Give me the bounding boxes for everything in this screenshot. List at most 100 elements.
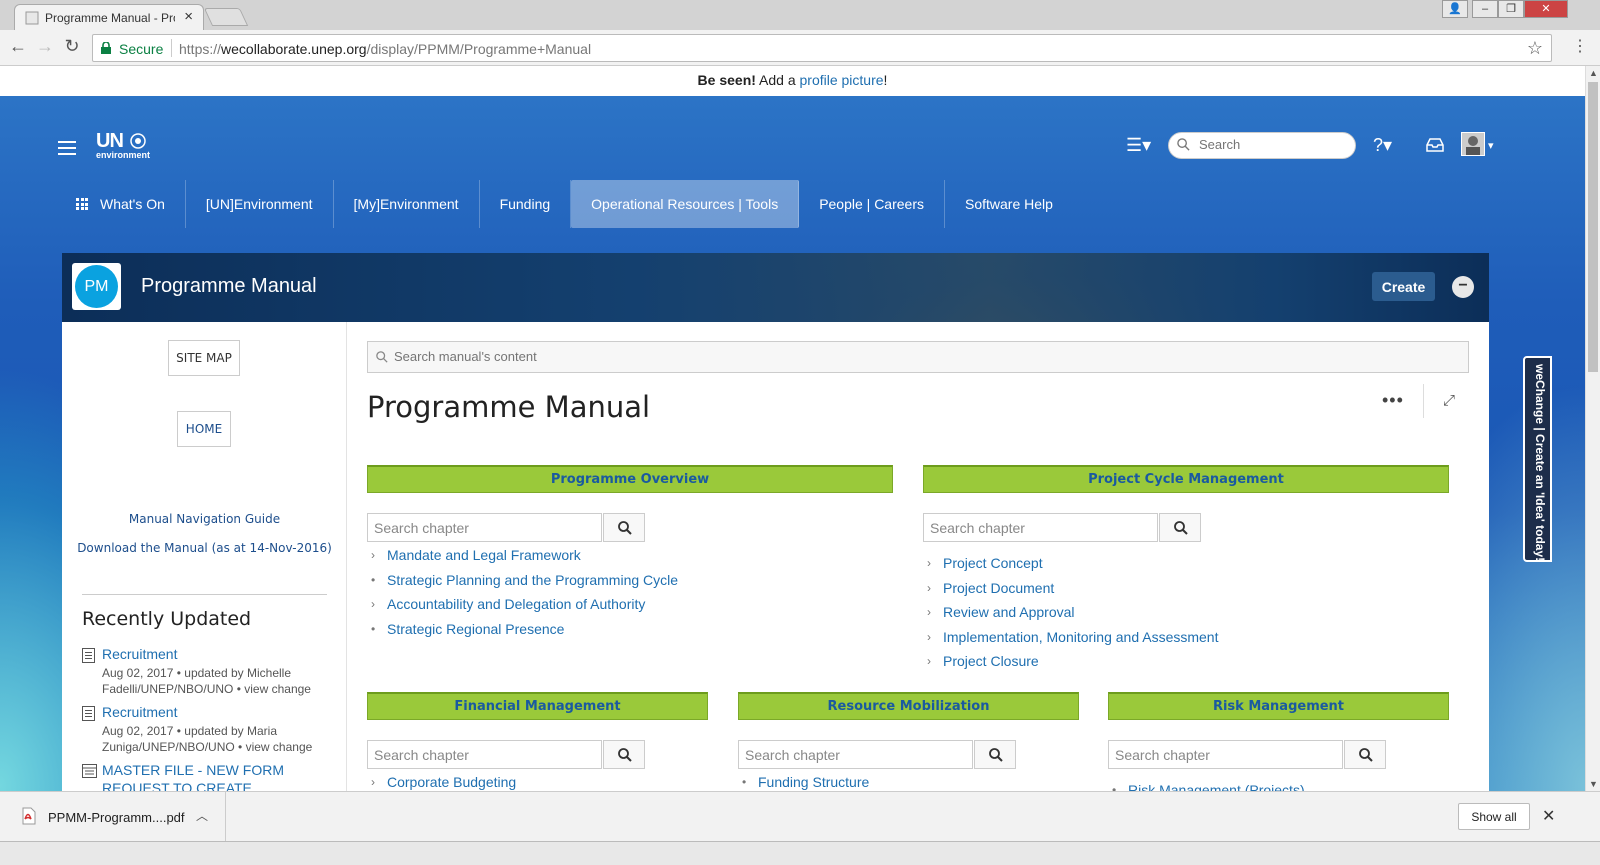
nav-item-my-environment[interactable]: [My]Environment [334, 180, 480, 228]
section-header[interactable]: Programme Overview [367, 465, 893, 493]
user-menu-caret-icon[interactable]: ▾ [1488, 139, 1494, 152]
help-icon[interactable]: ?▾ [1373, 135, 1392, 156]
expand-icon[interactable]: ⤢ [1443, 392, 1455, 409]
profile-icon[interactable]: 👤 [1442, 0, 1468, 18]
site-search[interactable] [1168, 132, 1356, 159]
chapter-link[interactable]: › Accountability and Delegation of Author… [371, 592, 678, 617]
nav-item-funding[interactable]: Funding [480, 180, 572, 228]
list-menu-icon[interactable]: ☰▾ [1126, 135, 1151, 156]
search-icon [1174, 521, 1188, 535]
chapter-link[interactable]: • Risk Management (Projects) [1112, 778, 1305, 791]
new-tab-button[interactable] [203, 8, 249, 26]
maximize-button[interactable]: ❐ [1498, 0, 1524, 18]
nav-item-operational-resources[interactable]: Operational Resources | Tools [571, 180, 800, 228]
chapter-link[interactable]: › Corporate Budgeting [371, 770, 516, 791]
profile-notice: Be seen! Add a profile picture! [0, 66, 1585, 96]
bullet: • [742, 775, 747, 789]
chapter-search-button[interactable] [1159, 513, 1201, 542]
chapter-label: Project Concept [943, 555, 1043, 571]
minimize-button[interactable]: – [1472, 0, 1498, 18]
download-item[interactable]: PPMM-Programm....pdf ︿ [0, 792, 226, 842]
chapter-link[interactable]: › Implementation, Monitoring and Assessme… [927, 625, 1218, 650]
user-avatar[interactable] [1461, 132, 1485, 156]
view-change-link[interactable]: view change [246, 740, 313, 754]
hamburger-menu-icon[interactable] [58, 141, 76, 155]
section-header[interactable]: Resource Mobilization [738, 692, 1079, 720]
section-header[interactable]: Financial Management [367, 692, 708, 720]
download-manual-link[interactable]: Download the Manual (as at 14-Nov-2016) [62, 541, 347, 555]
chapter-search-button[interactable] [1344, 740, 1386, 769]
chapter-search-button[interactable] [974, 740, 1016, 769]
manual-search[interactable] [367, 341, 1469, 373]
window-close-button[interactable]: ✕ [1524, 0, 1568, 18]
chapter-search-input[interactable] [1108, 740, 1343, 769]
view-change-link[interactable]: view change [244, 682, 311, 696]
notice-text: Add a [755, 72, 800, 88]
chapter-link[interactable]: › Project Concept [927, 551, 1218, 576]
site-map-button[interactable]: SITE MAP [168, 340, 240, 376]
create-button[interactable]: Create [1372, 272, 1435, 301]
browser-menu-icon[interactable]: ⋮ [1572, 36, 1588, 56]
scrollbar-thumb[interactable] [1588, 82, 1598, 372]
manual-search-input[interactable] [394, 349, 1394, 364]
space-title[interactable]: Programme Manual [141, 275, 317, 298]
scroll-down-icon[interactable]: ▼ [1589, 779, 1598, 789]
tab-close-icon[interactable]: × [184, 8, 193, 25]
chapter-link[interactable]: › Mandate and Legal Framework [371, 543, 678, 568]
chapter-label: Mandate and Legal Framework [387, 547, 581, 563]
wechange-feedback-tab[interactable]: weChange | Create an 'Idea' today! [1523, 356, 1552, 562]
recent-item-link[interactable]: Recruitment [102, 646, 177, 662]
chapter-search-input[interactable] [738, 740, 973, 769]
wechange-label: weChange | Create an 'Idea' today! [1533, 364, 1547, 562]
chapter-search-input[interactable] [367, 513, 602, 542]
back-arrow-icon[interactable]: ← [6, 36, 30, 57]
close-icon[interactable]: ✕ [1542, 806, 1555, 826]
section-header[interactable]: Risk Management [1108, 692, 1449, 720]
chapter-link[interactable]: • Strategic Regional Presence [371, 617, 678, 642]
bullet: › [371, 548, 375, 562]
page-scrollbar[interactable]: ▲ ▼ [1585, 66, 1600, 791]
chapter-link[interactable]: • Strategic Planning and the Programming … [371, 568, 678, 593]
recent-item-link[interactable]: Recruitment [102, 704, 177, 720]
address-bar[interactable]: Secure https://wecollaborate.unep.org/di… [92, 34, 1552, 62]
notifications-inbox-icon[interactable] [1426, 137, 1444, 153]
recent-item-link[interactable]: MASTER FILE - NEW FORM REQUEST TO CREATE [102, 761, 322, 791]
section-header[interactable]: Project Cycle Management [923, 465, 1449, 493]
chapter-label: Risk Management (Projects) [1128, 782, 1305, 791]
navigation-guide-link[interactable]: Manual Navigation Guide [62, 512, 347, 526]
chapter-search-input[interactable] [367, 740, 602, 769]
chapter-link[interactable]: › Project Document [927, 576, 1218, 601]
collapse-header-button[interactable]: − [1452, 276, 1474, 298]
url-text[interactable]: https://wecollaborate.unep.org/display/P… [179, 41, 591, 57]
page-icon [82, 648, 95, 663]
chapter-search-button[interactable] [603, 513, 645, 542]
nav-item-software-help[interactable]: Software Help [945, 180, 1073, 228]
nav-item-un-environment[interactable]: [UN]Environment [186, 180, 334, 228]
logo-sub-text: environment [96, 150, 151, 160]
chapter-list: › Mandate and Legal Framework • Strategic … [371, 543, 678, 641]
bullet: › [927, 629, 931, 644]
chapter-link[interactable]: › Review and Approval [927, 600, 1218, 625]
forward-arrow-icon[interactable]: → [33, 36, 57, 57]
site-search-input[interactable] [1199, 137, 1349, 152]
bookmark-star-icon[interactable]: ☆ [1527, 38, 1543, 59]
chapter-link[interactable]: • Funding Structure [742, 770, 869, 791]
more-actions-icon[interactable]: ••• [1382, 390, 1404, 411]
home-button[interactable]: HOME [177, 411, 231, 447]
nav-item-whats-on[interactable]: What's On [56, 180, 186, 228]
chapter-search-input[interactable] [923, 513, 1158, 542]
bullet: › [927, 605, 931, 619]
show-all-button[interactable]: Show all [1458, 803, 1530, 830]
scroll-up-icon[interactable]: ▲ [1589, 68, 1598, 78]
search-icon [1177, 138, 1190, 151]
browser-tab[interactable]: Programme Manual - Pro × [14, 4, 204, 30]
nav-item-people-careers[interactable]: People | Careers [799, 180, 945, 228]
chapter-link[interactable]: › Project Closure [927, 649, 1218, 674]
reload-icon[interactable]: ↻ [60, 36, 84, 57]
chapter-search-button[interactable] [603, 740, 645, 769]
bullet: › [371, 775, 375, 789]
chevron-up-icon[interactable]: ︿ [196, 807, 208, 824]
url-scheme: https:// [179, 41, 222, 57]
profile-picture-link[interactable]: profile picture [800, 72, 884, 88]
space-logo[interactable]: PM [72, 263, 121, 310]
